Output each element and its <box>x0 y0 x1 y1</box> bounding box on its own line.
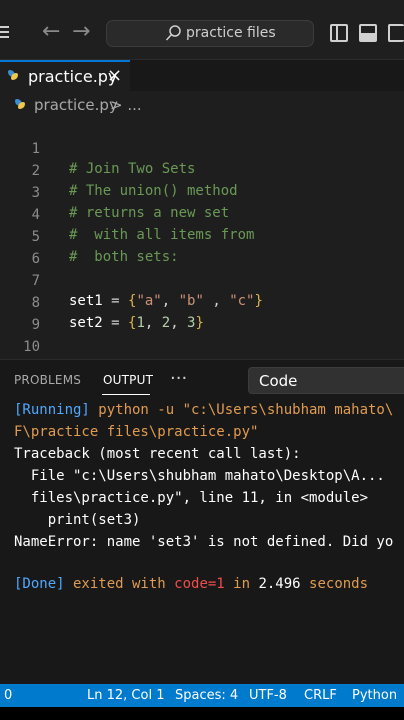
python-file-icon <box>7 69 19 81</box>
forward-arrow-icon[interactable]: → <box>72 20 90 44</box>
done-in: in <box>224 576 259 592</box>
breadcrumb-separator[interactable]: > ... <box>110 96 142 114</box>
code-line: 1 # Join Two Sets <box>0 119 404 177</box>
output-line: Traceback (most recent call last): <box>14 446 301 462</box>
done-text: exited with <box>64 576 175 592</box>
output-line: print(set3) <box>14 512 141 528</box>
code-line: 11 print(set3) <box>0 339 404 397</box>
status-language[interactable]: Python <box>352 688 397 703</box>
code-line: 8 set2 = {1, 2, 3} <box>0 273 404 331</box>
more-icon[interactable]: ··· <box>170 368 187 389</box>
output-line: File "c:\Users\shubham mahato\Desktop\A.… <box>14 468 385 484</box>
code-line: 5 # both sets: <box>0 207 404 265</box>
breadcrumb-file[interactable]: practice.py <box>34 96 118 114</box>
exit-code: code=1 <box>174 576 225 592</box>
active-tab-indicator <box>102 394 150 395</box>
breadcrumb: practice.py > ... <box>0 91 404 119</box>
done-seconds: seconds <box>300 576 369 592</box>
status-encoding[interactable]: UTF-8 <box>249 688 287 703</box>
code-line: 7 set1 = {"a", "b" , "c"} <box>0 251 404 309</box>
tab-problems[interactable]: PROBLEMS <box>14 373 81 387</box>
output-line: [Running] python -u "c:\Users\shubham ma… <box>14 399 404 421</box>
tab-practice-py[interactable]: practice.py × <box>0 60 130 91</box>
status-cursor-position[interactable]: Ln 12, Col 1 <box>87 688 164 703</box>
code-line: 9 <box>0 295 404 333</box>
output-line: NameError: name 'set3' is not defined. D… <box>14 534 394 550</box>
python-file-icon <box>14 98 26 110</box>
code-line: 4 # with all items from <box>0 185 404 243</box>
bottom-panel: PROBLEMS OUTPUT ··· Code [Running] pytho… <box>0 359 404 684</box>
editor-tab-bar: practice.py × <box>0 60 404 91</box>
back-arrow-icon[interactable]: ← <box>42 20 60 44</box>
elapsed-time: 2.496 <box>258 576 301 592</box>
running-label: [Running] <box>14 402 90 418</box>
status-remote[interactable]: 0 <box>4 688 12 703</box>
menu-icon[interactable] <box>0 26 9 38</box>
running-command: python -u "c:\Users\shubham mahato\ <box>89 402 394 418</box>
search-icon <box>165 25 181 41</box>
close-icon[interactable]: × <box>107 65 122 86</box>
toggle-sidebar-icon[interactable] <box>330 24 348 42</box>
output-line: F\practice files\practice.py" <box>14 424 259 440</box>
toggle-secondary-sidebar-icon[interactable] <box>388 24 404 42</box>
tab-label: practice.py <box>28 67 118 86</box>
code-line: 10 set1 = set1.union(set2) <box>0 317 404 375</box>
output-line: [Done] exited with code=1 in 2.496 secon… <box>14 573 404 595</box>
code-line: 3 # returns a new set <box>0 163 404 221</box>
search-text: practice files <box>186 25 276 41</box>
status-eol[interactable]: CRLF <box>304 688 337 703</box>
title-bar: ← → practice files <box>0 0 404 60</box>
done-label: [Done] <box>14 576 65 592</box>
command-center-search[interactable]: practice files <box>106 20 314 47</box>
code-editor[interactable]: 1 # Join Two Sets 2 # The union() method… <box>0 119 404 397</box>
code-line: 2 # The union() method <box>0 141 404 199</box>
status-indentation[interactable]: Spaces: 4 <box>175 688 238 703</box>
code-line: 6 <box>0 229 404 267</box>
output-channel-select[interactable]: Code <box>248 367 404 394</box>
status-bar: 0 Ln 12, Col 1 Spaces: 4 UTF-8 CRLF Pyth… <box>0 684 404 707</box>
bottom-edge <box>0 707 404 720</box>
output-channel-label: Code <box>259 372 298 390</box>
output-line: files\practice.py", line 11, in <module> <box>14 490 369 506</box>
tab-output[interactable]: OUTPUT <box>103 373 153 387</box>
toggle-panel-icon[interactable] <box>359 24 377 42</box>
